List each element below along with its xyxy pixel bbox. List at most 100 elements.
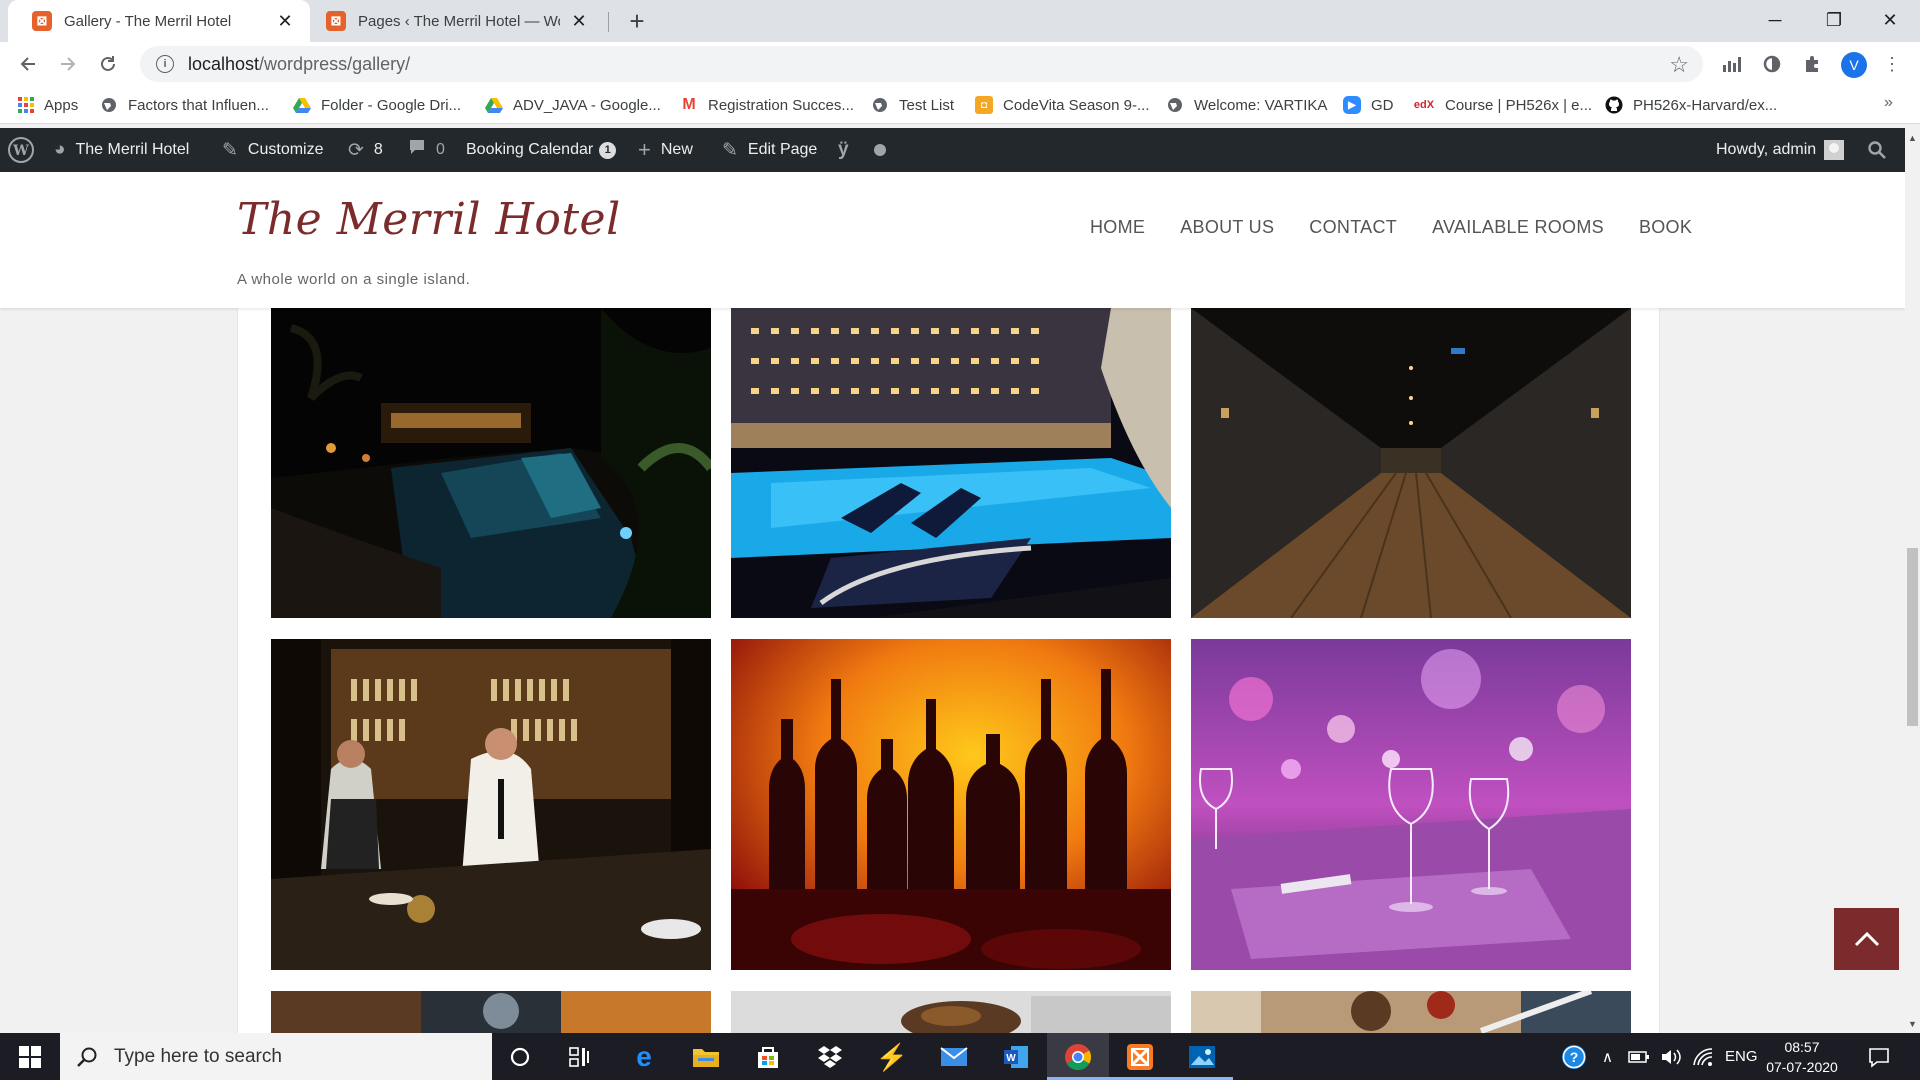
system-clock[interactable]: 08:57 07-07-2020 — [1752, 1037, 1852, 1077]
close-icon[interactable]: ✕ — [274, 10, 296, 32]
help-icon[interactable]: ? — [1560, 1033, 1588, 1080]
nav-book[interactable]: BOOK — [1639, 217, 1692, 245]
notification-center-icon[interactable] — [1868, 1033, 1890, 1080]
file-explorer-icon[interactable] — [690, 1041, 722, 1073]
admin-status-dot[interactable] — [874, 128, 886, 172]
edge-icon[interactable]: e — [628, 1041, 660, 1073]
wine-glasses-table-photo[interactable] — [1191, 639, 1631, 970]
bookmark-adv-java[interactable]: ADV_JAVA - Google... — [485, 94, 661, 116]
task-view-icon[interactable] — [564, 1041, 596, 1073]
microsoft-store-icon[interactable] — [752, 1041, 784, 1073]
codevita-icon: ◘ — [975, 96, 993, 114]
mail-icon[interactable] — [938, 1041, 970, 1073]
food-plate-photo[interactable] — [731, 991, 1171, 1033]
bookmark-github[interactable]: PH526x-Harvard/ex... — [1605, 94, 1777, 116]
back-to-top-button[interactable] — [1834, 908, 1899, 970]
xampp-icon[interactable] — [1124, 1041, 1156, 1073]
hotel-bar-bartenders-photo[interactable] — [271, 639, 711, 970]
extension-circle-icon[interactable] — [1760, 52, 1784, 76]
new-tab-button[interactable]: + — [622, 6, 652, 36]
arrow-right-icon — [61, 57, 76, 71]
nav-contact[interactable]: CONTACT — [1309, 217, 1397, 245]
tab-pages[interactable]: ⊠ Pages ‹ The Merril Hotel — Word ✕ — [302, 0, 604, 42]
close-window-button[interactable]: ✕ — [1860, 0, 1920, 40]
zoom-icon: ▶ — [1343, 96, 1361, 114]
bookmark-test-list[interactable]: Test List — [871, 94, 954, 116]
wordpress-logo-button[interactable]: W — [8, 128, 34, 172]
menu-kebab-icon[interactable]: ⋮ — [1880, 52, 1904, 76]
pencil-icon: ✎ — [722, 139, 738, 161]
admin-updates[interactable]: ⟳ 8 — [348, 128, 383, 172]
windows-taskbar: Type here to search e ⚡ W ? ∧ ENG 08:57 … — [0, 1033, 1920, 1080]
close-icon[interactable]: ✕ — [568, 10, 590, 32]
bottles-silhouette-photo[interactable] — [731, 639, 1171, 970]
scroll-up-arrow-icon[interactable]: ▲ — [1905, 130, 1920, 145]
scroll-down-arrow-icon[interactable]: ▼ — [1905, 1016, 1920, 1031]
chrome-icon[interactable] — [1062, 1041, 1094, 1073]
night-pool-palms-photo[interactable] — [271, 308, 711, 618]
admin-site-name[interactable]: ◕ The Merril Hotel — [54, 128, 189, 172]
bookmark-factors[interactable]: Factors that Influen... — [100, 94, 269, 116]
address-bar[interactable]: i localhost/wordpress/gallery/ ☆ — [140, 46, 1703, 82]
analytics-extension-icon[interactable] — [1720, 52, 1744, 76]
start-button[interactable] — [0, 1033, 60, 1080]
nav-about-us[interactable]: ABOUT US — [1180, 217, 1274, 245]
admin-edit-page[interactable]: ✎ Edit Page — [722, 128, 817, 172]
bookmark-star-icon[interactable]: ☆ — [1669, 52, 1689, 78]
bookmark-folder-drive[interactable]: Folder - Google Dri... — [293, 94, 461, 116]
wifi-icon[interactable] — [1692, 1033, 1714, 1080]
taskbar-search-box[interactable]: Type here to search — [60, 1033, 492, 1080]
apps-grid-icon — [18, 97, 34, 113]
scrollbar-thumb[interactable] — [1907, 548, 1918, 726]
tab-gallery[interactable]: ⊠ Gallery - The Merril Hotel ✕ — [8, 0, 310, 42]
admin-booking-calendar[interactable]: Booking Calendar 1 — [466, 128, 617, 172]
dropbox-icon[interactable] — [814, 1041, 846, 1073]
nav-available-rooms[interactable]: AVAILABLE ROOMS — [1432, 217, 1604, 245]
nav-home[interactable]: HOME — [1090, 217, 1145, 245]
admin-search[interactable] — [1868, 128, 1886, 172]
cocktail-glass-photo[interactable] — [271, 991, 711, 1033]
dining-table-photo[interactable] — [1191, 991, 1631, 1033]
cortana-icon[interactable] — [504, 1041, 536, 1073]
site-header: The Merril Hotel A whole world on a sing… — [0, 172, 1905, 308]
github-icon — [1605, 96, 1623, 114]
hotel-corridor-photo[interactable] — [1191, 308, 1631, 618]
word-icon[interactable]: W — [1000, 1041, 1032, 1073]
admin-comments[interactable]: 0 — [408, 128, 445, 172]
bookmark-apps[interactable]: Apps — [18, 94, 78, 116]
customize-label: Customize — [247, 141, 324, 158]
url-host: localhost — [188, 53, 260, 74]
bookmark-codevita[interactable]: ◘ CodeVita Season 9-... — [975, 94, 1149, 116]
howdy-label: Howdy, admin — [1716, 141, 1817, 158]
back-button[interactable] — [12, 48, 44, 80]
admin-new[interactable]: + New — [638, 128, 693, 172]
minimize-button[interactable]: ─ — [1745, 0, 1805, 40]
bookmark-registration[interactable]: M Registration Succes... — [680, 94, 854, 116]
user-avatar-icon — [1824, 140, 1845, 160]
volume-icon[interactable] — [1660, 1033, 1682, 1080]
photos-icon[interactable] — [1186, 1041, 1218, 1073]
profile-avatar[interactable]: V — [1841, 52, 1867, 78]
restore-button[interactable]: ❐ — [1804, 0, 1864, 40]
site-title[interactable]: The Merril Hotel — [237, 194, 621, 245]
show-hidden-icons-chevron[interactable]: ∧ — [1602, 1033, 1613, 1080]
admin-howdy[interactable]: Howdy, admin — [1716, 128, 1845, 172]
power-automate-icon[interactable]: ⚡ — [876, 1041, 908, 1073]
bookmark-welcome[interactable]: Welcome: VARTIKA — [1166, 94, 1327, 116]
hotel-pool-night-photo[interactable] — [731, 308, 1171, 618]
battery-icon[interactable] — [1628, 1033, 1650, 1080]
edit-page-label: Edit Page — [747, 141, 818, 158]
bookmark-gd[interactable]: ▶ GD — [1343, 94, 1394, 116]
more-bookmarks-icon[interactable]: » — [1884, 94, 1893, 112]
bookmark-edx-course[interactable]: edX Course | PH526x | e... — [1413, 94, 1592, 116]
search-icon — [1868, 141, 1886, 159]
admin-customize[interactable]: ✎ Customize — [222, 128, 324, 172]
browser-toolbar: i localhost/wordpress/gallery/ ☆ V ⋮ — [0, 42, 1920, 86]
forward-button[interactable] — [52, 48, 84, 80]
xampp-icon: ⊠ — [32, 11, 52, 31]
puzzle-extensions-icon[interactable] — [1800, 52, 1824, 76]
tab-divider — [608, 12, 609, 32]
admin-yoast[interactable]: ÿ — [838, 128, 859, 172]
info-icon[interactable]: i — [156, 55, 174, 73]
reload-button[interactable] — [92, 48, 124, 80]
